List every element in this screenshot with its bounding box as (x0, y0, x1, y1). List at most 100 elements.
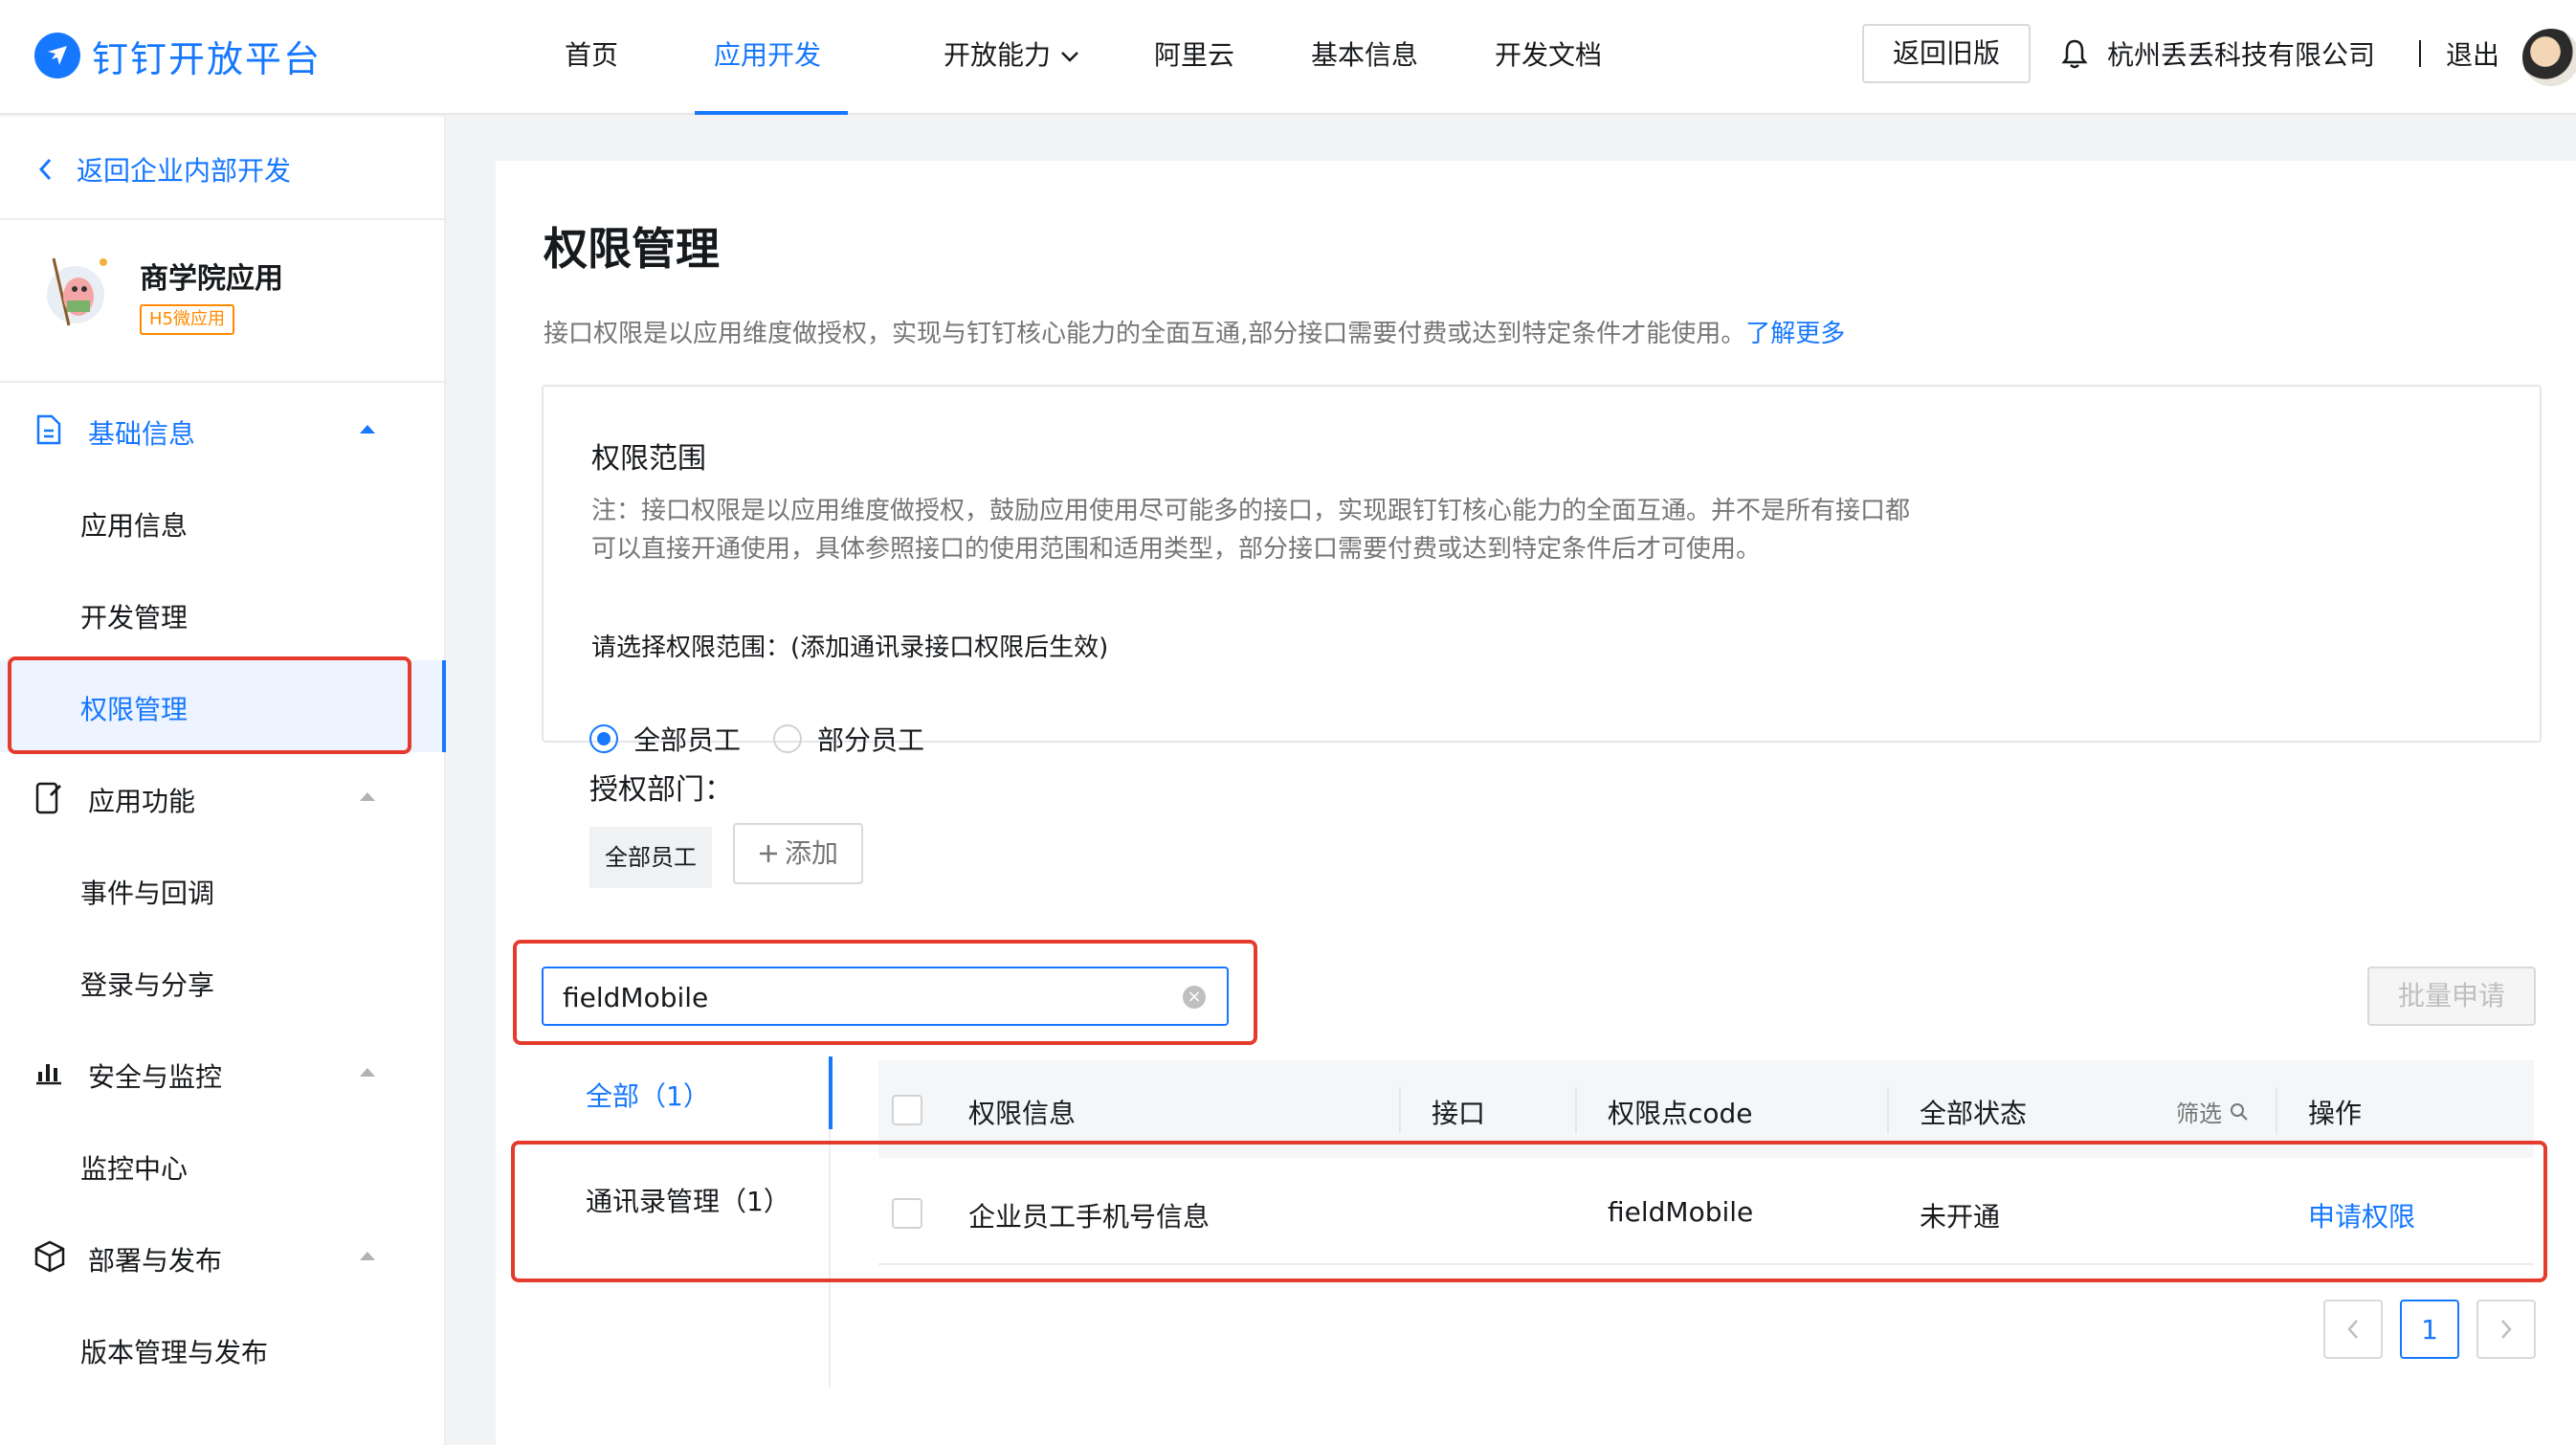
page-number-button[interactable]: 1 (2400, 1300, 2459, 1359)
sidebar-group-deploy-release[interactable]: 部署与发布 (0, 1212, 446, 1303)
table-row: 企业员工手机号信息 fieldMobile 未开通 申请权限 (878, 1160, 2534, 1265)
sidebar: 返回企业内部开发 商学院应用 H5微应用 基础信息 应用信息 开发管理 权限管理… (0, 117, 446, 1445)
divider (0, 381, 446, 383)
status-filter[interactable]: 筛选 (2176, 1095, 2249, 1128)
sidebar-item-label: 监控中心 (80, 1153, 189, 1185)
cube-icon (34, 1240, 65, 1273)
next-page-button[interactable] (2476, 1300, 2536, 1359)
sidebar-item-app-info[interactable]: 应用信息 (0, 477, 446, 568)
bell-icon[interactable] (2061, 38, 2088, 69)
category-contacts[interactable]: 通讯录管理（1） (586, 1181, 790, 1219)
sidebar-item-label: 登录与分享 (80, 969, 215, 1001)
caret-up-icon (360, 1252, 375, 1260)
scope-radio-group: 全部员工 部分员工 (589, 720, 957, 758)
add-label: 添加 (784, 837, 838, 869)
batch-apply-button[interactable]: 批量申请 (2367, 967, 2536, 1026)
app-name: 商学院应用 (140, 262, 283, 296)
sidebar-item-label: 事件与回调 (80, 878, 215, 909)
search-input-wrapper[interactable]: × (542, 967, 1229, 1026)
dept-chip-all[interactable]: 全部员工 (589, 827, 712, 888)
scope-prompt: 请选择权限范围：(添加通讯录接口权限后生效) (591, 634, 1109, 662)
row-checkbox[interactable] (892, 1198, 922, 1229)
scope-note: 注：接口权限是以应用维度做授权，鼓励应用使用尽可能多的接口，实现跟钉钉核心能力的… (591, 497, 1911, 564)
column-separator (1575, 1087, 1577, 1133)
sidebar-item-label: 版本管理与发布 (80, 1337, 269, 1368)
search-icon (2231, 1102, 2248, 1121)
auth-dept-label: 授权部门： (589, 773, 733, 807)
select-all-checkbox[interactable] (892, 1095, 922, 1125)
sidebar-group-security-monitoring[interactable]: 安全与监控 (0, 1028, 446, 1120)
dingtalk-logo[interactable]: 钉钉开放平台 (34, 29, 322, 82)
clear-icon[interactable]: × (1183, 986, 1206, 1009)
nav-dev-docs[interactable]: 开发文档 (1495, 0, 1602, 115)
column-separator (1399, 1087, 1401, 1133)
back-to-old-version-button[interactable]: 返回旧版 (1862, 24, 2031, 83)
cell-permission-code: fieldMobile (1608, 1196, 1754, 1228)
nav-basic-info[interactable]: 基本信息 (1311, 0, 1418, 115)
add-dept-button[interactable]: 添加 (733, 823, 863, 884)
nav-open-capability[interactable]: 开放能力 (944, 0, 1079, 115)
sidebar-group-app-features[interactable]: 应用功能 (0, 752, 446, 844)
caret-up-icon (360, 1068, 375, 1077)
nav-aliyun[interactable]: 阿里云 (1154, 0, 1234, 115)
logo-text: 钉钉开放平台 (92, 37, 322, 80)
nav-aliyun-label: 阿里云 (1154, 39, 1235, 71)
company-name[interactable]: 杭州丢丢科技有限公司 (2107, 34, 2375, 73)
category-divider (829, 1129, 831, 1388)
sidebar-item-monitoring-center[interactable]: 监控中心 (0, 1120, 446, 1212)
prev-page-button[interactable] (2323, 1300, 2383, 1359)
nav-open-capability-label: 开放能力 (944, 39, 1052, 71)
nav-home-label: 首页 (565, 39, 619, 71)
sidebar-item-events-callbacks[interactable]: 事件与回调 (0, 844, 446, 936)
radio-label: 部分员工 (817, 724, 925, 756)
sidebar-group-label: 部署与发布 (88, 1245, 223, 1277)
page-title: 权限管理 (544, 223, 720, 275)
sidebar-group-label: 应用功能 (88, 786, 196, 817)
caret-up-icon (360, 792, 375, 801)
sidebar-item-dev-management[interactable]: 开发管理 (0, 568, 446, 660)
radio-some-employees[interactable] (773, 724, 803, 753)
nav-home[interactable]: 首页 (565, 0, 618, 115)
learn-more-link[interactable]: 了解更多 (1745, 320, 1845, 348)
document-icon (36, 414, 61, 445)
plus-icon (759, 845, 777, 862)
sidebar-item-label: 权限管理 (80, 694, 189, 725)
page-description: 接口权限是以应用维度做授权，实现与钉钉核心能力的全面互通,部分接口需要付费或达到… (544, 314, 1845, 349)
app-avatar (47, 257, 107, 326)
category-active-indicator (829, 1056, 833, 1129)
nav-basic-info-label: 基本信息 (1311, 39, 1419, 71)
nav-app-dev[interactable]: 应用开发 (695, 0, 848, 173)
sidebar-group-label: 安全与监控 (88, 1061, 223, 1093)
table-header: 权限信息 接口 权限点code 全部状态 筛选 操作 (878, 1060, 2534, 1158)
column-separator (1887, 1087, 1889, 1133)
logout-link[interactable]: 退出 (2446, 34, 2499, 73)
divider (0, 218, 446, 220)
dingtalk-wing-icon (34, 33, 80, 78)
cell-status: 未开通 (1920, 1201, 2001, 1233)
chevron-left-icon (2347, 1320, 2358, 1339)
scope-title: 权限范围 (591, 442, 706, 476)
phone-edit-icon (35, 782, 61, 814)
app-type-badge: H5微应用 (140, 304, 234, 335)
category-all[interactable]: 全部（1） (586, 1076, 710, 1114)
radio-all-employees[interactable] (589, 724, 618, 753)
sidebar-item-label: 应用信息 (80, 510, 189, 542)
col-permission-info: 权限信息 (968, 1098, 1077, 1129)
back-to-internal-dev-link[interactable]: 返回企业内部开发 (38, 145, 291, 193)
sidebar-group-basic-info[interactable]: 基础信息 (0, 385, 446, 477)
header-divider (2419, 40, 2421, 67)
caret-up-icon (360, 425, 375, 434)
user-avatar[interactable] (2522, 29, 2576, 86)
sidebar-item-label: 开发管理 (80, 602, 189, 634)
col-status: 全部状态 (1920, 1098, 2028, 1129)
permission-scope-card: 权限范围 注：接口权限是以应用维度做授权，鼓励应用使用尽可能多的接口，实现跟钉钉… (542, 385, 2542, 743)
sidebar-group-label: 基础信息 (88, 418, 196, 450)
nav-dev-docs-label: 开发文档 (1495, 39, 1603, 71)
search-input[interactable] (563, 976, 1156, 1018)
sidebar-item-login-share[interactable]: 登录与分享 (0, 936, 446, 1028)
radio-label: 全部员工 (633, 724, 742, 756)
sidebar-item-permission-management[interactable]: 权限管理 (0, 660, 446, 752)
apply-permission-link[interactable]: 申请权限 (2308, 1196, 2415, 1234)
sidebar-item-version-release[interactable]: 版本管理与发布 (0, 1303, 446, 1395)
chevron-left-icon (38, 158, 52, 181)
